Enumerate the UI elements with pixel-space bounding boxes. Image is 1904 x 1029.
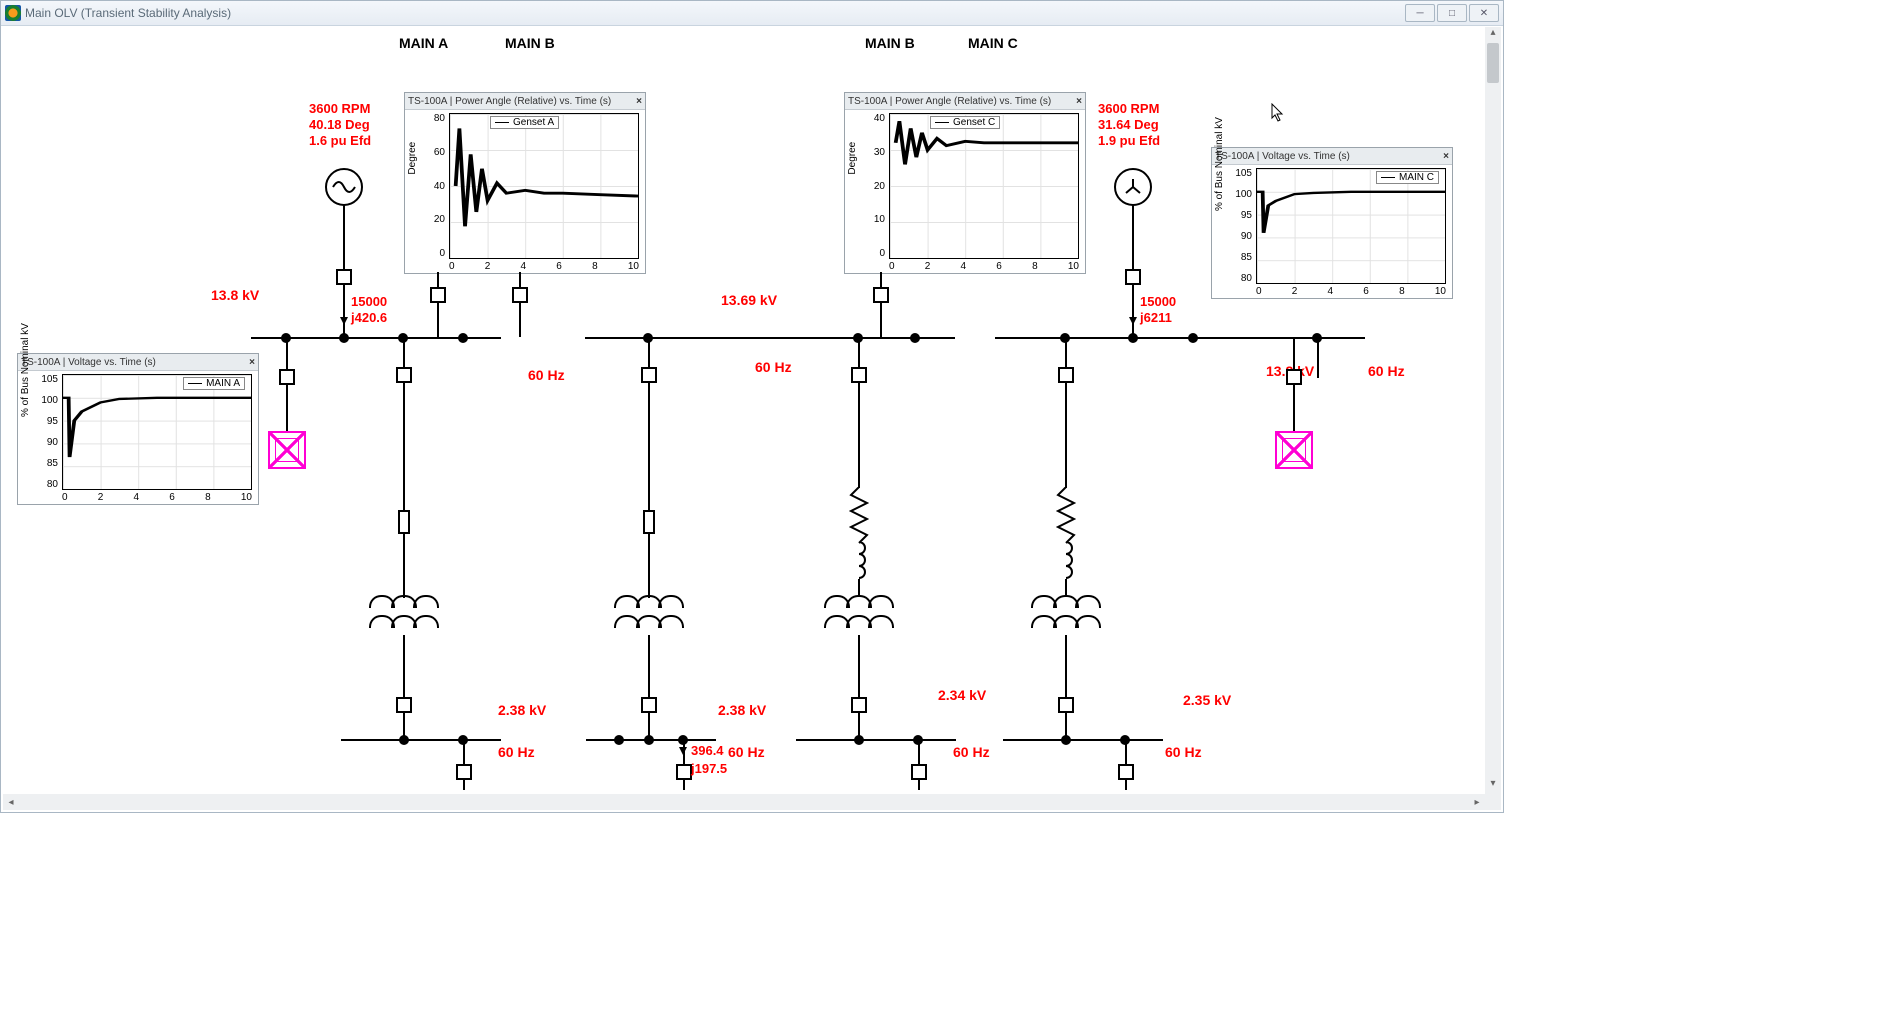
breaker-icon [1125,269,1141,285]
app-window: Main OLV (Transient Stability Analysis) … [0,0,1504,813]
breaker-icon [279,369,295,385]
gen-a-flow2: j420.6 [351,311,387,326]
label-main-b1: MAIN B [505,35,555,51]
bus-b-hz: 60 Hz [755,359,792,375]
breaker-icon [1058,367,1074,383]
breaker-icon [641,367,657,383]
lv4-kv: 2.35 kV [1183,692,1231,708]
breaker-icon [396,697,412,713]
lv2-fb: j197.5 [691,762,727,777]
close-button[interactable]: ✕ [1469,4,1499,22]
lv-bus-3 [796,739,956,741]
lv3-kv: 2.34 kV [938,687,986,703]
breaker-icon [1058,697,1074,713]
lv3-hz: 60 Hz [953,744,990,760]
window-title: Main OLV (Transient Stability Analysis) [25,6,231,20]
gen-c-rpm: 3600 RPM [1098,102,1159,117]
breaker-icon [1286,369,1302,385]
minimize-button[interactable]: ─ [1405,4,1435,22]
fuse-icon [643,510,655,534]
plot-power-angle-c[interactable]: TS-100A | Power Angle (Relative) vs. Tim… [844,92,1086,274]
transformer-icon [614,595,684,635]
breaker-icon [456,764,472,780]
gen-c-flow2: j6211 [1140,311,1172,326]
plot-title: TS-100A | Power Angle (Relative) vs. Tim… [848,96,1051,107]
breaker-icon [851,367,867,383]
close-icon[interactable]: × [1443,151,1449,162]
breaker-icon [430,287,446,303]
bus-b [585,337,955,339]
breaker-icon [851,697,867,713]
breaker-icon [911,764,927,780]
breaker-icon [1118,764,1134,780]
plot-power-angle-a[interactable]: TS-100A | Power Angle (Relative) vs. Tim… [404,92,646,274]
lv1-hz: 60 Hz [498,744,535,760]
bus-b-kv: 13.69 kV [721,292,777,308]
titlebar[interactable]: Main OLV (Transient Stability Analysis) … [1,1,1503,26]
horizontal-scrollbar[interactable]: ◂▸ [3,793,1485,810]
plot-title: TS-100A | Power Angle (Relative) vs. Tim… [408,96,611,107]
bus-a-hz: 60 Hz [528,367,565,383]
diagram-canvas[interactable]: MAIN A MAIN B MAIN B MAIN C 3600 RPM 40.… [3,27,1485,794]
maximize-button[interactable]: □ [1437,4,1467,22]
plot-voltage-c[interactable]: TS-100A | Voltage vs. Time (s)× % of Bus… [1211,147,1453,299]
transformer-icon [824,595,894,635]
transformer-icon [1031,595,1101,635]
lv-bus-4 [1003,739,1163,741]
label-main-a: MAIN A [399,35,448,51]
lv4-hz: 60 Hz [1165,744,1202,760]
lv1-kv: 2.38 kV [498,702,546,718]
bus-a-kv: 13.8 kV [211,287,259,303]
app-icon [5,5,21,21]
vertical-scrollbar[interactable]: ▴ ▾ [1484,27,1501,794]
label-main-c: MAIN C [968,35,1018,51]
bus-c-hz: 60 Hz [1368,363,1405,379]
gen-c-efd: 1.9 pu Efd [1098,134,1160,149]
generator-c-icon [1114,168,1152,206]
breaker-icon [676,764,692,780]
cursor-icon [1271,103,1285,123]
close-icon[interactable]: × [1076,96,1082,107]
gen-c-flow1: 15000 [1140,295,1176,310]
close-icon[interactable]: × [636,96,642,107]
lv2-fa: 396.4 [691,744,724,759]
load-icon [268,431,306,469]
label-main-b2: MAIN B [865,35,915,51]
plot-title: TS-100A | Voltage vs. Time (s) [21,357,156,368]
gen-a-flow1: 15000 [351,295,387,310]
load-icon [1275,431,1313,469]
fuse-icon [398,510,410,534]
breaker-icon [641,697,657,713]
bus-c [995,337,1365,339]
plot-voltage-a[interactable]: TS-100A | Voltage vs. Time (s)× % of Bus… [17,353,259,505]
generator-a-icon [325,168,363,206]
lv2-kv: 2.38 kV [718,702,766,718]
arrow-down-icon [340,317,348,325]
breaker-icon [336,269,352,285]
transformer-icon [369,595,439,635]
breaker-icon [873,287,889,303]
arrow-down-icon [679,747,687,755]
resize-grip[interactable] [1485,794,1501,810]
gen-a-rpm: 3600 RPM [309,102,370,117]
plot-title: TS-100A | Voltage vs. Time (s) [1215,151,1350,162]
lv2-hz: 60 Hz [728,744,765,760]
gen-c-deg: 31.64 Deg [1098,118,1159,133]
close-icon[interactable]: × [249,357,255,368]
gen-a-deg: 40.18 Deg [309,118,370,133]
breaker-icon [512,287,528,303]
lv-bus-1 [341,739,501,741]
breaker-icon [396,367,412,383]
gen-a-efd: 1.6 pu Efd [309,134,371,149]
arrow-down-icon [1129,317,1137,325]
